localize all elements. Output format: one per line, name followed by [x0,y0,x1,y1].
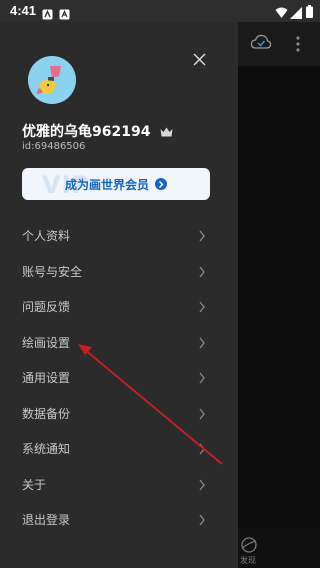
chevron-right-icon [199,266,205,277]
menu-item-profile[interactable]: 个人资料 [0,218,238,254]
status-time: 4:41 [10,3,37,18]
chevron-right-icon [199,408,205,419]
menu-item-drawing-settings[interactable]: 绘画设置 [0,325,238,361]
menu-item-label: 退出登录 [22,513,71,528]
menu-item-label: 账号与安全 [22,264,83,279]
menu-item-data-backup[interactable]: 数据备份 [0,396,238,432]
menu-item-label: 系统通知 [22,442,71,457]
background-toolbar [238,22,320,66]
username: 优雅的乌龟962194 [22,124,151,140]
menu-item-label: 绘画设置 [22,335,71,350]
chevron-right-icon [199,372,205,384]
navigation-drawer: 优雅的乌龟962194 id:69486506 VIP 成为画世界会员 个人资料… [0,22,238,568]
wifi-icon [275,4,288,23]
drawer-menu: 个人资料 账号与安全 问题反馈 绘画设置 通用设置 数据备份 系统通知 关于 退… [0,218,238,538]
menu-item-account-security[interactable]: 账号与安全 [0,254,238,290]
more-options-icon[interactable] [296,36,300,56]
menu-item-system-notifications[interactable]: 系统通知 [0,431,238,467]
background-bottom-nav: 发现 [238,528,320,568]
notification-b-icon [59,5,70,24]
chevron-right-icon [199,230,205,242]
arrow-right-icon [155,178,167,190]
close-icon [193,53,205,65]
crown-icon [160,122,173,141]
avatar[interactable] [28,56,76,104]
menu-item-feedback[interactable]: 问题反馈 [0,289,238,325]
status-bar: 4:41 [0,0,320,22]
chevron-right-icon [199,514,205,526]
menu-item-label: 关于 [22,477,47,492]
menu-item-label: 数据备份 [22,406,71,421]
chevron-right-icon [199,443,205,455]
menu-item-logout[interactable]: 退出登录 [0,502,238,538]
chevron-right-icon [199,301,205,313]
menu-item-label: 通用设置 [22,371,71,386]
menu-item-label: 问题反馈 [22,300,71,315]
chevron-right-icon [199,479,205,490]
close-button[interactable] [188,48,210,70]
background-app: 发现 [238,22,320,568]
chevron-right-icon [199,337,205,348]
menu-item-label: 个人资料 [22,229,71,244]
signal-icon [290,4,302,23]
menu-item-general-settings[interactable]: 通用设置 [0,360,238,396]
cloud-sync-icon[interactable] [250,34,272,54]
vip-membership-button[interactable]: VIP 成为画世界会员 [22,168,210,200]
menu-item-about[interactable]: 关于 [0,467,238,503]
vip-membership-label: 成为画世界会员 [64,177,149,192]
notification-a-icon [42,5,53,24]
discover-label: 发现 [240,556,256,565]
username-row: 优雅的乌龟962194 [22,121,173,141]
user-id: id:69486506 [22,141,86,152]
battery-icon [306,3,313,22]
